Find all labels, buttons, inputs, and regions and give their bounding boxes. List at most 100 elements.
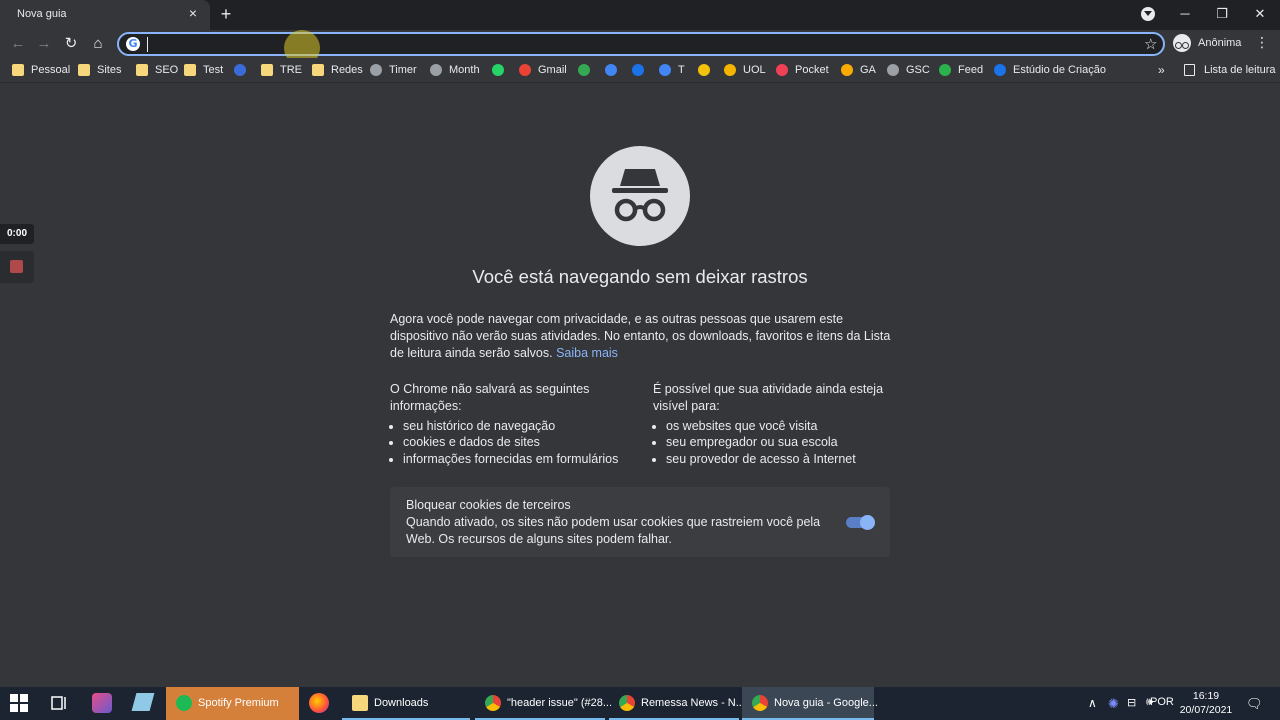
chrome-icon <box>619 695 635 711</box>
bookmark-star-icon[interactable]: ☆ <box>1144 35 1157 53</box>
not-saved-list: O Chrome não salvará as seguintes inform… <box>390 381 620 468</box>
home-button[interactable]: ⌂ <box>88 34 108 54</box>
notes-app-icon[interactable] <box>131 693 155 711</box>
bookmark-label: T <box>678 64 685 76</box>
analytics-icon <box>841 64 853 76</box>
bookmark-label: Pessoal <box>31 64 71 76</box>
spotify-icon <box>176 695 192 711</box>
folder-icon <box>261 64 273 76</box>
reading-list-label: Lista de leitura <box>1204 64 1276 76</box>
list-item: seu histórico de navegação <box>403 418 620 435</box>
network-icon[interactable]: ⊟ <box>1127 696 1136 709</box>
windows-start-icon[interactable] <box>10 694 28 712</box>
timer-icon <box>430 64 442 76</box>
uol-icon <box>724 64 736 76</box>
bookmark-label: Month <box>449 64 480 76</box>
taskbar-app-chrome-2[interactable]: Remessa News - N... <box>609 687 745 720</box>
clock-date: 20/07/2021 <box>1179 704 1233 716</box>
chrome-icon <box>752 695 768 711</box>
translate-icon <box>659 64 671 76</box>
taskbar-app-downloads[interactable]: Downloads <box>342 687 470 720</box>
tab-strip: Nova guia × + ─ ❐ ✕ <box>0 0 1280 30</box>
taskbar-app-label: Spotify Premium <box>198 697 279 709</box>
bookmark-label: Pocket <box>795 64 829 76</box>
bookmark-label: UOL <box>743 64 766 76</box>
windows-taskbar: Spotify Premium Downloads "header issue"… <box>0 687 1280 720</box>
tab-title: Nova guia <box>17 8 67 20</box>
learn-more-link[interactable]: Saiba mais <box>556 346 618 360</box>
taskbar-clock[interactable]: 16:19 20/07/2021 <box>1170 689 1242 717</box>
folder-icon <box>78 64 90 76</box>
incognito-description: Agora você pode navegar com privacidade,… <box>390 311 895 361</box>
bookmark-label: Estúdio de Criação <box>1013 64 1106 76</box>
block-cookies-toggle[interactable] <box>846 515 875 530</box>
firefox-icon[interactable] <box>309 693 329 713</box>
chrome-icon <box>485 695 501 711</box>
taskbar-app-label: Remessa News - N... <box>641 697 745 709</box>
incognito-profile-icon <box>1173 34 1191 52</box>
cookie-title: Bloquear cookies de terceiros <box>406 498 571 512</box>
taskbar-app-label: "header issue" (#28... <box>507 697 613 709</box>
incognito-icon <box>590 146 690 246</box>
taskbar-app-spotify[interactable]: Spotify Premium <box>166 687 299 720</box>
folder-icon <box>312 64 324 76</box>
drive-icon <box>578 64 590 76</box>
back-button[interactable]: ← <box>8 34 28 54</box>
description-text: Agora você pode navegar com privacidade,… <box>390 312 891 360</box>
bookmark-label: Test <box>203 64 224 76</box>
bookmarks-more-icon[interactable]: » <box>1158 63 1165 77</box>
taskbar-app-label: Downloads <box>374 697 429 709</box>
photo-app-icon[interactable] <box>92 693 112 713</box>
taskbar-app-label: Nova guia - Google... <box>774 697 878 709</box>
new-tab-button[interactable]: + <box>216 4 236 24</box>
text-caret <box>147 37 148 52</box>
bookmark-label: Sites <box>97 64 122 76</box>
taskbar-app-chrome-active[interactable]: Nova guia - Google... <box>742 687 878 720</box>
tray-app-icon[interactable]: ✺ <box>1108 696 1119 712</box>
maximize-button[interactable]: ❐ <box>1210 4 1234 24</box>
stop-recording-button[interactable] <box>0 251 34 283</box>
bookmark-label: GA <box>860 64 876 76</box>
visible-to-list: É possível que sua atividade ainda estej… <box>653 381 893 468</box>
browser-toolbar: ← → ↻ ⌂ G ☆ Anônima ⋮ <box>0 30 1280 58</box>
gmail-icon <box>519 64 531 76</box>
bookmarks-bar: » Lista de leitura Pessoal Sites SEO Test TR… <box>0 58 1280 83</box>
tab-nova-guia[interactable]: Nova guia × <box>0 0 210 30</box>
not-saved-heading: O Chrome não salvará as seguintes inform… <box>390 382 590 413</box>
notifications-icon[interactable]: 🗨 <box>1246 696 1263 712</box>
folder-icon <box>352 695 368 711</box>
menu-icon[interactable]: ⋮ <box>1255 34 1269 51</box>
taskbar-app-chrome-1[interactable]: "header issue" (#28... <box>475 687 612 720</box>
search-console-icon <box>887 64 899 76</box>
bookmark-label: TRE <box>280 64 302 76</box>
tab-close-icon[interactable]: × <box>186 6 200 20</box>
minimize-button[interactable]: ─ <box>1173 4 1197 24</box>
timer-icon <box>370 64 382 76</box>
folder-icon <box>136 64 148 76</box>
list-item: os websites que você visita <box>666 418 893 435</box>
reading-list-icon <box>1184 64 1195 76</box>
pocket-icon <box>776 64 788 76</box>
address-bar[interactable]: G ☆ <box>117 32 1165 56</box>
visible-to-heading: É possível que sua atividade ainda estej… <box>653 382 884 413</box>
bookmark-label: Timer <box>389 64 417 76</box>
bookmark-label: Redes <box>331 64 363 76</box>
profile-label: Anônima <box>1198 37 1242 49</box>
whatsapp-icon <box>492 64 504 76</box>
list-item: informações fornecidas em formulários <box>403 451 620 468</box>
task-view-icon[interactable] <box>51 695 69 711</box>
google-icon: G <box>126 37 140 51</box>
studio-icon <box>994 64 1006 76</box>
contacts-icon <box>632 64 644 76</box>
recording-timer: 0:00 <box>0 224 34 244</box>
reload-button[interactable]: ↻ <box>61 34 81 54</box>
clock-time: 16:19 <box>1192 690 1220 702</box>
third-party-cookies-panel: Bloquear cookies de terceiros Quando ati… <box>390 487 890 557</box>
forward-button[interactable]: → <box>34 34 54 54</box>
calendar-icon <box>605 64 617 76</box>
tray-chevron-icon[interactable]: ∧ <box>1088 696 1097 710</box>
close-window-button[interactable]: ✕ <box>1248 4 1272 24</box>
bookmark-label: Gmail <box>538 64 567 76</box>
feedly-icon <box>939 64 951 76</box>
tab-search-icon[interactable] <box>1141 7 1155 21</box>
